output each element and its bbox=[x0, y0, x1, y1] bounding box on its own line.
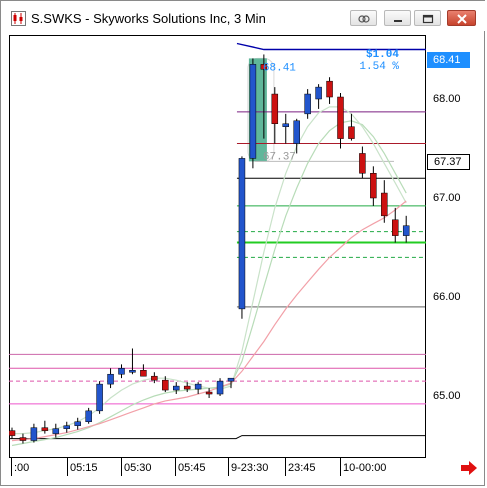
range-high-label: 68.41 bbox=[263, 62, 296, 74]
candle-up bbox=[30, 427, 38, 441]
candle-down bbox=[162, 379, 169, 391]
price-change-label: $1.04 bbox=[366, 49, 399, 61]
candle-down bbox=[183, 385, 191, 390]
time-divider bbox=[228, 458, 229, 476]
candle-down bbox=[381, 192, 388, 217]
price-label: 65.00 bbox=[433, 390, 461, 402]
candle-up bbox=[63, 425, 70, 429]
time-divider bbox=[285, 458, 286, 476]
candle-down bbox=[392, 219, 399, 236]
candle-up bbox=[315, 86, 322, 100]
candle-down bbox=[337, 96, 344, 139]
minimize-button[interactable] bbox=[384, 10, 411, 26]
time-label: :00 bbox=[14, 462, 30, 474]
time-label: 10-00:00 bbox=[343, 462, 387, 474]
chart-window: S.SWKS - Skyworks Solutions Inc, 3 Min $… bbox=[0, 0, 486, 486]
time-label: 9-23:30 bbox=[231, 462, 269, 474]
candle-up bbox=[118, 368, 125, 375]
candle-up bbox=[52, 428, 60, 434]
candle-down bbox=[370, 173, 377, 199]
candle-down bbox=[348, 126, 355, 139]
candle-up bbox=[249, 64, 257, 159]
scroll-right-arrow-icon[interactable] bbox=[460, 461, 478, 475]
candle-down bbox=[205, 391, 213, 395]
candle-up bbox=[227, 377, 235, 382]
title-bar[interactable]: S.SWKS - Skyworks Solutions Inc, 3 Min bbox=[1, 1, 486, 31]
candle-down bbox=[9, 430, 16, 436]
time-divider bbox=[340, 458, 341, 476]
candle-down bbox=[140, 370, 147, 377]
time-label: 05:30 bbox=[124, 462, 152, 474]
candle-down bbox=[19, 437, 27, 441]
candle-up bbox=[216, 380, 224, 395]
time-divider bbox=[11, 458, 12, 476]
link-icon bbox=[358, 15, 370, 23]
price-tag-high: 68.41 bbox=[427, 52, 470, 68]
time-divider bbox=[121, 458, 122, 476]
moving-average-line bbox=[12, 106, 407, 435]
candle-up bbox=[129, 370, 136, 373]
window-title: S.SWKS - Skyworks Solutions Inc, 3 Min bbox=[31, 11, 266, 26]
close-button[interactable] bbox=[447, 10, 476, 26]
candle-up bbox=[74, 421, 81, 426]
candle-down bbox=[271, 93, 279, 124]
candle-up bbox=[293, 120, 300, 144]
time-label: 05:45 bbox=[178, 462, 206, 474]
candle-up bbox=[238, 158, 246, 310]
price-label: 68.00 bbox=[433, 93, 461, 105]
candle-down bbox=[41, 427, 49, 431]
candle-up bbox=[107, 373, 114, 385]
price-label: 67.00 bbox=[433, 192, 461, 204]
candle-up bbox=[194, 383, 202, 390]
minimize-icon bbox=[394, 20, 402, 22]
time-label: 05:15 bbox=[70, 462, 98, 474]
maximize-button[interactable] bbox=[414, 10, 441, 26]
percent-change-label: 1.54 % bbox=[359, 61, 399, 73]
candle-down bbox=[359, 153, 366, 174]
close-icon bbox=[457, 14, 467, 24]
candle-up bbox=[282, 123, 289, 127]
time-label: 23:45 bbox=[288, 462, 316, 474]
price-tag-current: 67.37 bbox=[427, 154, 470, 170]
time-axis[interactable]: :00 05:15 05:30 05:45 9-23:30 23:45 10-0… bbox=[9, 458, 426, 478]
candle-up bbox=[96, 383, 103, 412]
link-button[interactable] bbox=[350, 10, 377, 26]
price-level-line bbox=[9, 435, 426, 440]
price-label: 66.00 bbox=[433, 291, 461, 303]
maximize-icon bbox=[422, 14, 434, 24]
candle-up bbox=[304, 93, 311, 115]
candle-up bbox=[85, 410, 92, 422]
chart-app-icon bbox=[11, 11, 26, 26]
time-divider bbox=[175, 458, 176, 476]
time-divider bbox=[67, 458, 68, 476]
range-low-label: 67.37 bbox=[263, 151, 296, 163]
price-chart[interactable]: $1.041.54 % 68.41 67.37 bbox=[9, 35, 426, 458]
candle-down bbox=[151, 375, 158, 381]
candle-up bbox=[402, 225, 410, 236]
moving-average-line bbox=[11, 200, 407, 442]
candle-down bbox=[326, 80, 333, 98]
candle-up bbox=[173, 385, 180, 391]
